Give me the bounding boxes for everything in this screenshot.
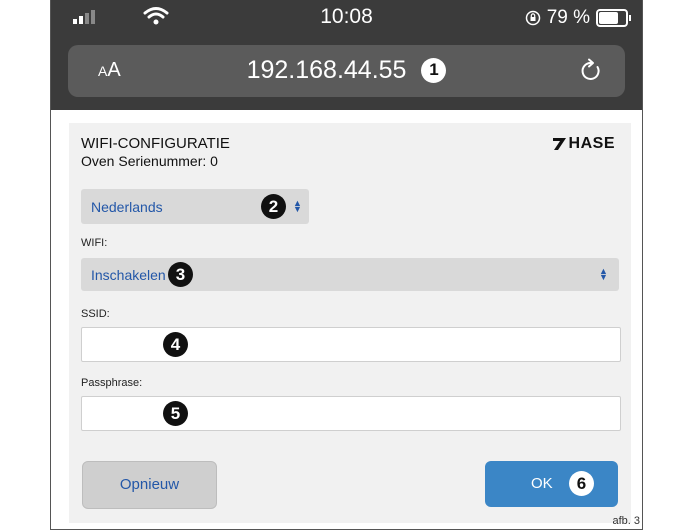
browser-chrome: 10:08 79 % AA 192.168.44.55 1 [51,0,642,110]
battery-percentage: 79 % [546,7,590,28]
language-select-value: Nederlands [91,199,163,215]
language-select[interactable]: Nederlands 2 ▲ ▼ [81,189,309,224]
hase-logo: HASE [552,135,615,153]
oven-serial-number: Oven Serienummer: 0 [81,153,218,169]
callout-6: 6 [569,471,594,496]
page-title: WIFI-CONFIGURATIE [81,135,230,152]
reset-button-label: Opnieuw [119,476,180,493]
flame-logo-icon [552,138,566,150]
ok-button[interactable]: OK 6 [485,461,618,507]
reset-button[interactable]: Opnieuw [82,461,217,509]
callout-3: 3 [168,262,193,287]
url-text[interactable]: 192.168.44.55 1 [68,56,625,85]
callout-5: 5 [163,401,188,426]
ssid-label: SSID: [81,308,110,320]
reload-icon[interactable] [579,57,603,83]
ok-button-label: OK [531,475,553,492]
wifi-select[interactable]: Inschakelen 3 ▲ ▼ [81,258,619,291]
wifi-config-form: WIFI-CONFIGURATIE Oven Serienummer: 0 HA… [69,123,631,523]
callout-1: 1 [421,57,447,83]
passphrase-label: Passphrase: [81,377,143,389]
chevron-updown-icon: ▲ ▼ [293,198,302,214]
address-bar[interactable]: AA 192.168.44.55 1 [68,45,625,97]
status-bar: 10:08 79 % [51,0,642,34]
battery-icon [596,9,631,27]
callout-4: 4 [163,332,188,357]
battery-fill [599,12,618,24]
figure-label: afb. 3 [612,515,640,527]
phone-screenshot-frame: 10:08 79 % AA 192.168.44.55 1 WIFI-CONFI… [50,0,643,530]
battery-status: 79 % [525,7,631,29]
rotation-lock-icon [525,10,540,26]
wifi-label: WIFI: [81,237,108,249]
ssid-input[interactable]: 4 [81,327,621,362]
url-value: 192.168.44.55 [246,56,407,84]
chevron-updown-icon: ▲ ▼ [599,266,608,282]
callout-2: 2 [261,194,286,219]
wifi-select-value: Inschakelen [91,267,166,283]
passphrase-input[interactable]: 5 [81,396,621,431]
